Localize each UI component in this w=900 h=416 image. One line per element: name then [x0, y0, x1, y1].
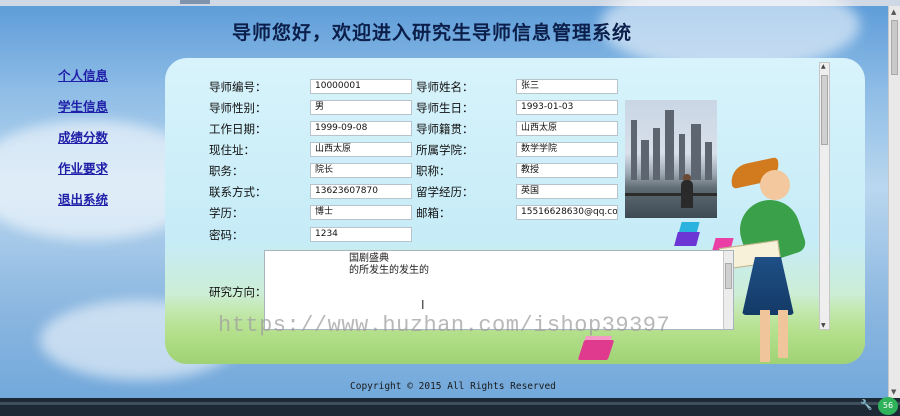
work-date-field[interactable]: 1999-09-08 — [310, 121, 412, 136]
page-scrollbar[interactable]: ▲ ▼ — [888, 6, 900, 398]
gender-field[interactable]: 男 — [310, 100, 412, 115]
scroll-up-icon[interactable]: ▲ — [821, 63, 826, 70]
nav-link-logout[interactable]: 退出系统 — [58, 192, 108, 223]
photo-building — [679, 134, 685, 180]
photo-building — [631, 120, 637, 180]
photo-building — [691, 124, 701, 180]
position-label: 职务： — [209, 164, 244, 178]
title-field[interactable]: 教授 — [516, 163, 618, 178]
work-date-label: 工作日期： — [209, 122, 267, 136]
page-scroll-thumb[interactable] — [891, 20, 898, 75]
native-place-field[interactable]: 山西太原 — [516, 121, 618, 136]
status-badge: 56 — [878, 397, 898, 415]
copyright-text: Copyright © 2015 All Rights Reserved — [350, 381, 556, 392]
textarea-scroll-thumb[interactable] — [725, 263, 732, 289]
native-place-label: 导师籍贯： — [416, 122, 474, 136]
photo-building — [641, 140, 649, 180]
contact-field[interactable]: 13623607870 — [310, 184, 412, 199]
wrench-icon[interactable]: 🔧 — [860, 400, 872, 411]
photo-building — [705, 142, 712, 180]
tutor-name-label: 导师姓名： — [416, 80, 474, 94]
title-label: 职称： — [416, 164, 451, 178]
nav-link-scores[interactable]: 成绩分数 — [58, 130, 108, 161]
email-label: 邮箱： — [416, 206, 451, 220]
progress-track[interactable] — [0, 402, 900, 405]
education-field[interactable]: 博士 — [310, 205, 412, 220]
password-field[interactable]: 1234 — [310, 227, 412, 242]
tutor-id-label: 导师编号： — [209, 80, 267, 94]
birthday-label: 导师生日： — [416, 101, 474, 115]
tutor-id-field[interactable]: 10000001 — [310, 79, 412, 94]
page-title: 导师您好，欢迎进入研究生导师信息管理系统 — [232, 22, 633, 44]
gender-label: 导师性别： — [209, 101, 267, 115]
research-line-2: 的所发生的发生的 — [349, 265, 429, 276]
decor-cube — [674, 232, 700, 246]
contact-label: 联系方式： — [209, 185, 267, 199]
photo-railing — [625, 193, 717, 196]
girl-illustration-head — [760, 170, 790, 200]
research-label: 研究方向： — [209, 285, 267, 299]
textarea-scrollbar[interactable] — [723, 251, 733, 329]
password-label: 密码： — [209, 228, 244, 242]
watermark-text: https://www.huzhan.com/ishop39397 — [218, 313, 671, 338]
birthday-field[interactable]: 1993-01-03 — [516, 100, 618, 115]
college-label: 所属学院： — [416, 143, 474, 157]
nav-link-assignments[interactable]: 作业要求 — [58, 161, 108, 192]
education-label: 学历： — [209, 206, 244, 220]
sidebar-nav: 个人信息 学生信息 成绩分数 作业要求 退出系统 — [58, 68, 108, 223]
player-control-bar: 🔧 — [0, 398, 900, 416]
study-abroad-field[interactable]: 英国 — [516, 184, 618, 199]
college-field[interactable]: 数学学院 — [516, 142, 618, 157]
email-field[interactable]: 15516628630@qq.com — [516, 205, 618, 220]
girl-illustration-leg — [778, 310, 788, 358]
study-abroad-label: 留学经历： — [416, 185, 474, 199]
scroll-up-icon[interactable]: ▲ — [891, 8, 896, 16]
scroll-down-icon[interactable]: ▼ — [891, 388, 896, 396]
frame-scrollbar[interactable]: ▲ ▼ — [819, 62, 830, 330]
residence-label: 现住址： — [209, 143, 255, 157]
text-cursor: I — [421, 298, 425, 312]
nav-link-student-info[interactable]: 学生信息 — [58, 99, 108, 130]
top-strip-segment — [180, 0, 210, 4]
research-line-1: 国剧盛典 — [349, 253, 389, 264]
nav-link-personal-info[interactable]: 个人信息 — [58, 68, 108, 99]
tutor-photo — [625, 100, 717, 218]
residence-field[interactable]: 山西太原 — [310, 142, 412, 157]
photo-building — [665, 110, 674, 180]
position-field[interactable]: 院长 — [310, 163, 412, 178]
girl-illustration-leg — [760, 310, 770, 362]
scroll-down-icon[interactable]: ▼ — [821, 322, 826, 329]
tutor-name-field[interactable]: 张三 — [516, 79, 618, 94]
photo-person — [681, 180, 693, 208]
frame-scroll-thumb[interactable] — [821, 75, 828, 145]
photo-building — [653, 128, 660, 180]
